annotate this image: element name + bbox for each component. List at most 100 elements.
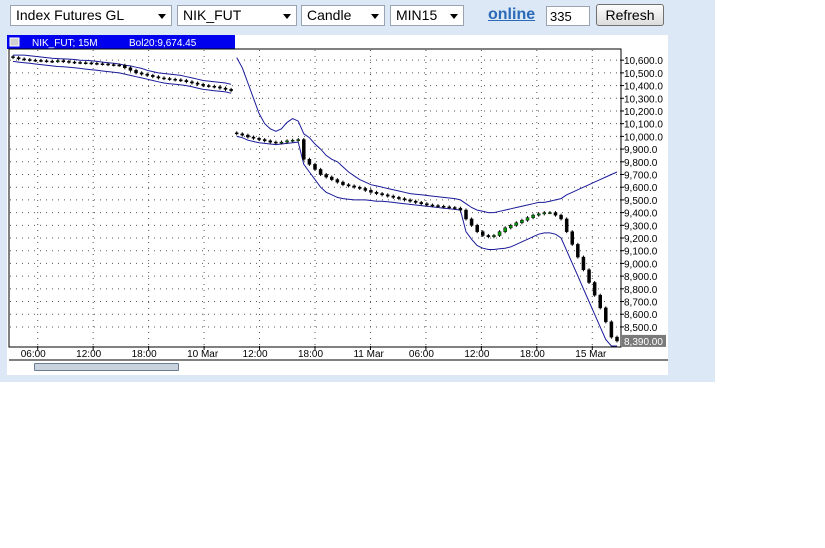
candle-body	[167, 78, 172, 80]
candle-body	[380, 193, 384, 196]
candle-body	[542, 212, 547, 215]
candle-body	[246, 134, 250, 138]
y-tick-label: 9,800.0	[624, 158, 658, 169]
candle-body	[201, 84, 205, 86]
y-tick-label: 10,600.0	[624, 56, 663, 67]
candle-body	[525, 217, 530, 221]
candle-body	[251, 136, 256, 139]
candle-body	[497, 231, 502, 236]
indicator-label: Bol20:9,674.45	[129, 38, 197, 49]
symbol-select-value: NIK_FUT	[183, 7, 242, 23]
candle-body	[408, 199, 412, 202]
candle-body	[55, 60, 60, 63]
candle-body	[441, 206, 446, 208]
candle-body	[548, 212, 552, 214]
candle-body	[28, 59, 32, 61]
y-tick-label: 10,000.0	[624, 132, 663, 143]
y-tick-label: 9,900.0	[624, 145, 658, 156]
candle-body	[145, 73, 149, 76]
x-tick-label: 06:00	[21, 349, 46, 360]
symbol-select[interactable]: NIK_FUT	[177, 5, 297, 26]
candle-body	[385, 194, 390, 197]
candle-body	[274, 141, 278, 144]
x-tick-label: 15 Mar	[575, 349, 607, 360]
candle-body	[302, 139, 306, 160]
candle-body	[156, 76, 161, 79]
x-tick-label: 10 Mar	[187, 349, 219, 360]
candle-body	[503, 227, 507, 232]
candle-body	[536, 213, 541, 216]
interval-select-value: MIN15	[396, 7, 438, 23]
candle-body	[369, 190, 373, 193]
candle-body	[78, 62, 82, 64]
chart-type-select-value: Candle	[307, 7, 352, 23]
candle-body	[324, 174, 328, 178]
candle-body	[151, 75, 155, 77]
candle-body	[33, 59, 38, 62]
candle-body	[609, 321, 614, 338]
candle-body	[106, 63, 110, 66]
chevron-down-icon	[450, 14, 458, 19]
candle-body	[218, 86, 222, 89]
candle-body	[268, 140, 273, 143]
candle-body	[173, 78, 177, 81]
candle-body	[190, 81, 194, 84]
market-select[interactable]: Index Futures GL	[10, 5, 172, 26]
chart-settings-icon[interactable]	[9, 37, 20, 47]
y-tick-label: 9,300.0	[624, 221, 658, 232]
candle-body	[212, 85, 217, 88]
x-tick-label: 06:00	[409, 349, 434, 360]
candle-body	[587, 269, 591, 283]
candle-body	[100, 63, 105, 65]
candle-body	[179, 79, 183, 82]
candle-body	[61, 60, 66, 63]
candle-body	[117, 64, 122, 67]
interval-select[interactable]: MIN15	[390, 5, 464, 26]
candle-body	[162, 77, 166, 80]
y-tick-label: 8,500.0	[624, 323, 658, 334]
x-tick-label: 12:00	[464, 349, 489, 360]
horizontal-scrollbar[interactable]	[10, 362, 667, 374]
candle-body	[508, 225, 513, 229]
x-tick-label: 18:00	[298, 349, 323, 360]
candle-body	[39, 60, 43, 62]
candle-body	[581, 256, 586, 271]
bars-count-input[interactable]	[546, 6, 590, 26]
candle-body	[195, 82, 200, 85]
candle-body	[22, 58, 26, 61]
candle-body	[604, 307, 608, 323]
candle-body	[475, 225, 479, 232]
online-link[interactable]: online	[488, 6, 535, 24]
candle-body	[402, 198, 407, 201]
refresh-button[interactable]: Refresh	[596, 4, 664, 26]
y-tick-label: 9,100.0	[624, 247, 658, 258]
candle-body	[425, 203, 429, 206]
y-tick-label: 9,700.0	[624, 170, 658, 181]
candle-body	[296, 139, 300, 141]
candle-body	[285, 140, 289, 143]
market-select-value: Index Futures GL	[16, 7, 125, 23]
candle-body	[486, 235, 491, 237]
candle-body	[67, 61, 71, 63]
price-chart[interactable]: NIK_FUT; 15M Bol20:9,674.45 10,600.0 10,5…	[7, 35, 668, 375]
candle-body	[44, 60, 49, 63]
symbol-label: NIK_FUT; 15M	[32, 38, 98, 49]
candle-body	[458, 207, 463, 211]
x-axis: 06:00 12:00 18:00 10 Mar 12:00 18:00 11 Mar 06:…	[21, 346, 607, 360]
y-tick-label: 8,900.0	[624, 272, 658, 283]
scroll-thumb[interactable]	[34, 363, 179, 371]
candle-body	[72, 61, 77, 64]
candle-body	[257, 138, 261, 140]
candle-body	[553, 212, 558, 216]
candle-body	[240, 133, 245, 136]
candle-body	[95, 63, 99, 65]
y-tick-label: 10,500.0	[624, 69, 663, 80]
y-axis: 10,600.0 10,500.0 10,400.010,300.0 10,200.0…	[620, 56, 666, 348]
candle-body	[128, 67, 133, 71]
chart-type-select[interactable]: Candle	[301, 5, 385, 26]
candle-body	[134, 70, 138, 74]
y-tick-label: 9,500.0	[624, 196, 658, 207]
candle-body	[469, 218, 474, 226]
chart-frame: NIK_FUT; 15M Bol20:9,674.45 10,600.0 10,5…	[7, 35, 668, 375]
candle-body	[111, 64, 116, 66]
